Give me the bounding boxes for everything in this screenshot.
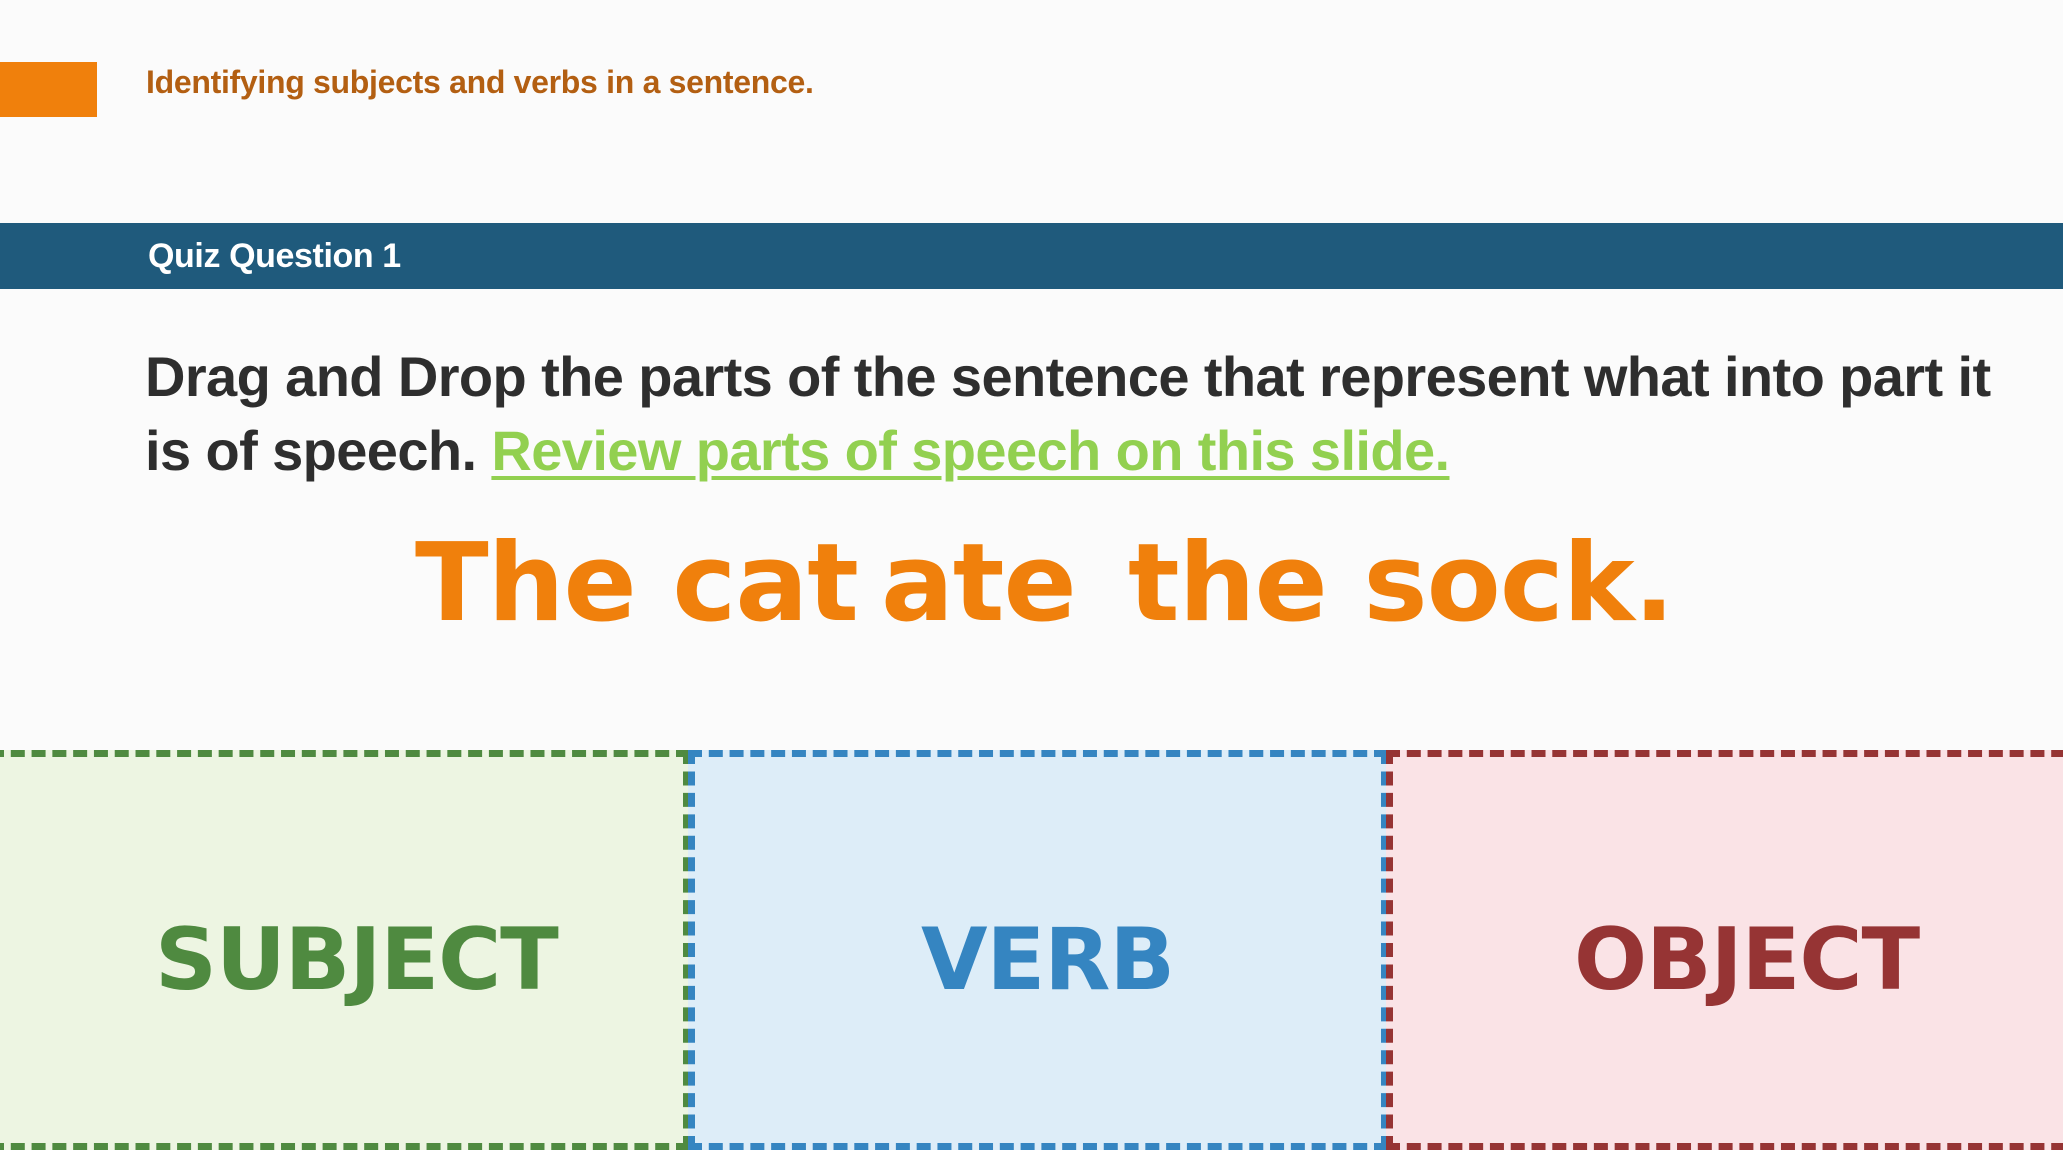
topic-title: Identifying subjects and verbs in a sent… bbox=[146, 64, 814, 100]
question-instructions: Drag and Drop the parts of the sentence … bbox=[145, 340, 1995, 488]
draggable-word-verb[interactable]: ate bbox=[881, 527, 1077, 641]
drop-zone-object[interactable]: OBJECT bbox=[1386, 750, 2063, 1150]
review-link[interactable]: Review parts of speech on this slide. bbox=[491, 419, 1450, 482]
draggable-word-subject[interactable]: The cat bbox=[415, 527, 859, 641]
drop-zone-verb-label: VERB bbox=[921, 910, 1175, 1010]
accent-bar bbox=[0, 62, 97, 117]
question-banner: Quiz Question 1 bbox=[0, 223, 2063, 289]
draggable-word-object[interactable]: the sock. bbox=[1128, 527, 1675, 641]
question-title: Quiz Question 1 bbox=[148, 237, 401, 275]
drop-zone-verb[interactable]: VERB bbox=[688, 750, 1388, 1150]
drop-zone-subject-label: SUBJECT bbox=[155, 910, 559, 1010]
drop-zone-object-label: OBJECT bbox=[1574, 910, 1920, 1010]
drop-zone-subject[interactable]: SUBJECT bbox=[0, 750, 690, 1150]
